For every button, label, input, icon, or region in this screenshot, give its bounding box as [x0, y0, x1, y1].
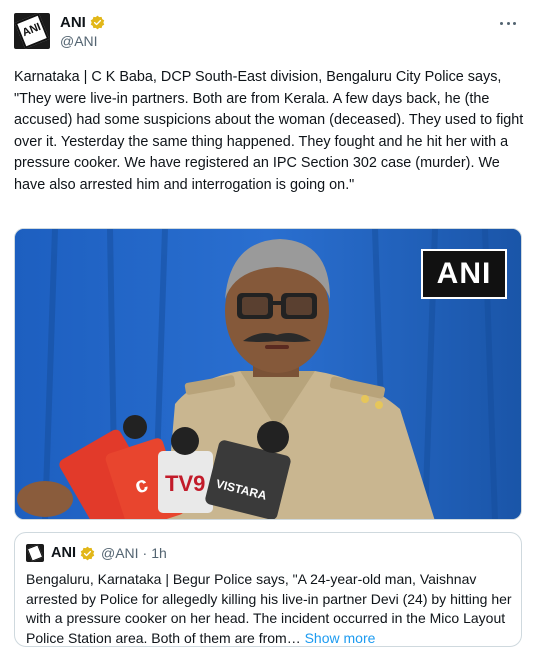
verified-badge-icon[interactable]	[90, 15, 105, 30]
quoted-tweet[interactable]: ANI @ANI · 1h Bengaluru, Karnataka | Beg…	[14, 532, 522, 647]
quoted-tweet-header: ANI @ANI · 1h	[26, 544, 167, 562]
author-name-row: ANI	[60, 14, 105, 31]
quoted-tweet-text: Bengaluru, Karnataka | Begur Police says…	[26, 570, 516, 648]
tweet-media-image[interactable]: c TV9 VISTARA ANI	[14, 228, 522, 520]
quoted-author-name: ANI	[51, 545, 76, 561]
quoted-author-avatar	[26, 544, 44, 562]
quoted-separator: ·	[142, 545, 148, 561]
quoted-verified-badge-icon	[80, 546, 95, 561]
more-horizontal-icon[interactable]	[497, 15, 519, 31]
tweet-text: Karnataka | C K Baba, DCP South-East div…	[14, 69, 524, 193]
author-handle[interactable]: @ANI	[60, 33, 98, 49]
mic-label-tv9: TV9	[165, 471, 205, 496]
quoted-timestamp[interactable]: 1h	[151, 545, 167, 561]
author-name[interactable]: ANI	[60, 14, 86, 31]
ani-watermark-logo: ANI	[421, 249, 507, 299]
show-more-link[interactable]: Show more	[305, 630, 376, 646]
author-avatar[interactable]: ANI	[14, 13, 50, 49]
tweet-card: ANI ANI @ANI Karnataka | C K Baba, DCP S…	[0, 0, 533, 658]
quoted-tweet-body: Bengaluru, Karnataka | Begur Police says…	[26, 571, 512, 646]
quoted-author-handle: @ANI	[100, 545, 139, 561]
